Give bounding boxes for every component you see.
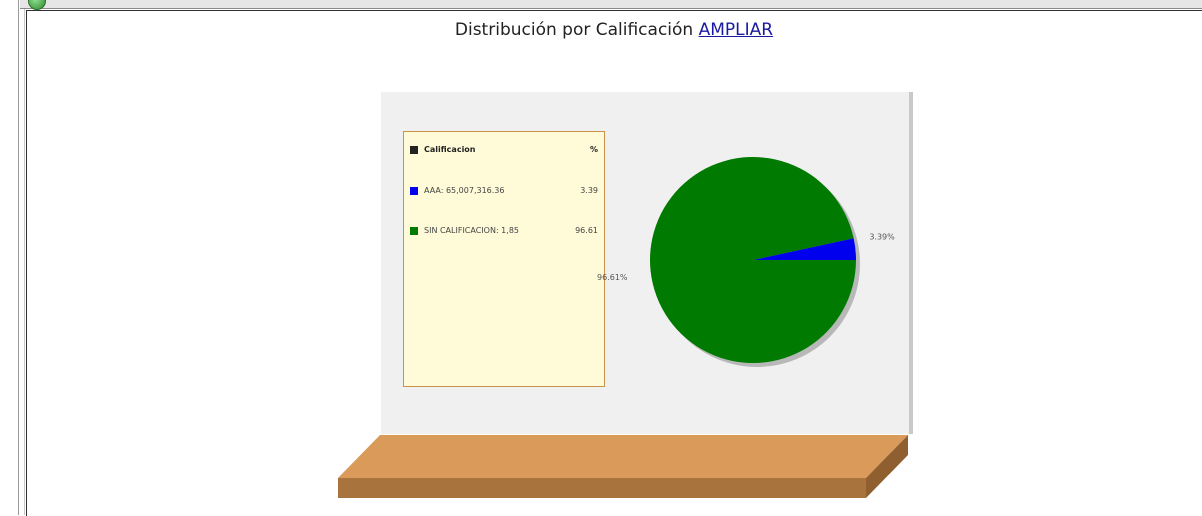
legend-header-swatch: [410, 146, 418, 154]
pie-svg: 3.39% 96.61%: [597, 157, 895, 367]
pie-chart: 3.39% 96.61%: [575, 140, 915, 390]
pie-slice-label: 3.39%: [869, 233, 895, 242]
top-strip: [20, 0, 1202, 9]
left-rail: [0, 0, 20, 515]
shelf-svg: [338, 435, 908, 498]
left-divider-inner: [24, 0, 25, 515]
chart-title-row: Distribución por Calificación AMPLIAR: [26, 20, 1202, 40]
legend-item-swatch: [410, 187, 418, 195]
legend-item-label: SIN CALIFICACION: 1,85: [424, 226, 519, 235]
chart-shelf: [330, 430, 920, 505]
ampliar-link[interactable]: AMPLIAR: [699, 20, 773, 40]
legend-header-label: Calificacion: [424, 145, 476, 154]
pie-slice-label: 96.61%: [597, 273, 628, 282]
chart-title: Distribución por Calificación: [454, 20, 694, 40]
left-divider: [18, 0, 19, 515]
shelf-front-face: [338, 478, 866, 498]
shelf-top-face: [338, 435, 908, 478]
legend-item: AAA: 65,007,316.36 3.39: [410, 185, 598, 197]
legend-header: Calificacion %: [410, 144, 598, 156]
legend-item: SIN CALIFICACION: 1,85 96.61: [410, 225, 598, 237]
legend-item-label: AAA: 65,007,316.36: [424, 186, 505, 195]
legend-item-swatch: [410, 227, 418, 235]
pie-slice: [650, 157, 856, 364]
